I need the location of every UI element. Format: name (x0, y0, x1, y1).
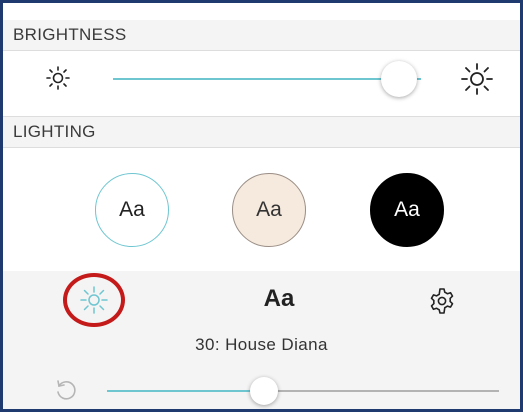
undo-icon[interactable] (53, 377, 79, 403)
font-name-label: 30: House Diana (195, 335, 328, 354)
brightness-slider-track[interactable] (113, 78, 421, 80)
highlight-circle (63, 273, 125, 327)
lighting-header: LIGHTING (3, 117, 520, 147)
theme-sepia-button[interactable]: Aa (232, 173, 306, 247)
reader-settings-panel: BRIGHTNESS LIGHTING Aa Aa Aa Aa 30: Hous… (0, 0, 523, 412)
theme-white-button[interactable]: Aa (95, 173, 169, 247)
theme-white-label: Aa (119, 198, 145, 221)
theme-sepia-label: Aa (256, 198, 282, 221)
sun-small-icon[interactable] (45, 65, 71, 91)
gear-icon[interactable] (427, 286, 457, 316)
font-slider-track[interactable] (263, 390, 499, 392)
theme-black-label: Aa (394, 198, 420, 221)
font-slider-thumb[interactable] (249, 377, 278, 405)
brightness-slider-thumb[interactable] (381, 61, 418, 97)
sun-large-icon[interactable] (461, 63, 493, 95)
brightness-header: BRIGHTNESS (3, 20, 520, 50)
font-slider-fill[interactable] (107, 390, 264, 392)
divider (3, 147, 520, 148)
theme-black-button[interactable]: Aa (370, 173, 444, 247)
divider (3, 50, 520, 51)
font-button[interactable]: Aa (249, 285, 309, 313)
